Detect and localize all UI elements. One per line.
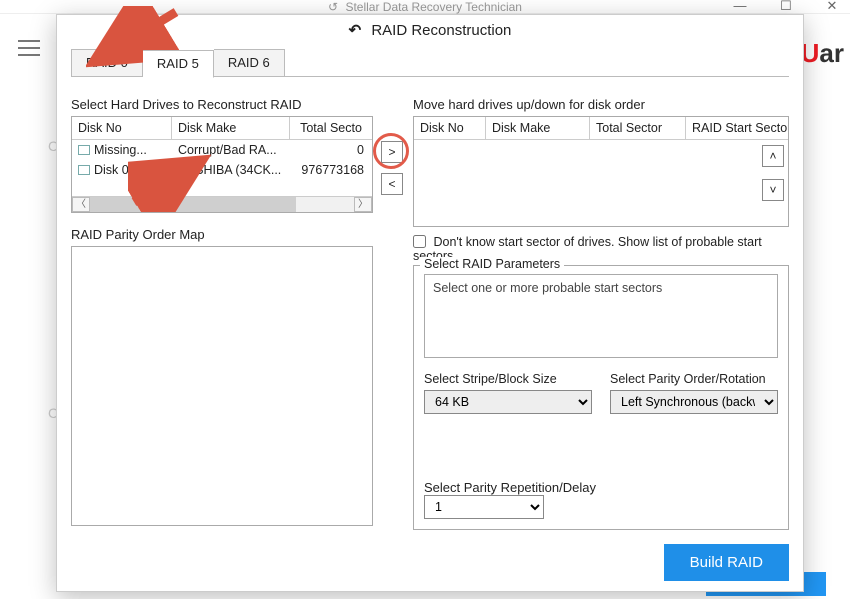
raid-reconstruction-dialog: ↶ RAID Reconstruction RAID 0 RAID 5 RAID… bbox=[56, 14, 804, 592]
params-legend: Select RAID Parameters bbox=[420, 257, 564, 271]
refresh-icon: ↺ bbox=[328, 0, 338, 14]
table-row[interactable]: Disk 0 TOSHIBA (34CK... 976773168 bbox=[72, 160, 372, 180]
move-left-button[interactable]: < bbox=[381, 173, 403, 195]
move-down-button[interactable]: ˅ bbox=[762, 179, 784, 201]
parity-order-label: Select Parity Order/Rotation bbox=[610, 372, 778, 386]
stripe-size-select[interactable]: 64 KB bbox=[424, 390, 592, 414]
build-raid-button[interactable]: Build RAID bbox=[664, 544, 789, 581]
source-drives-table[interactable]: Disk No Disk Make Total Secto Missing...… bbox=[71, 116, 373, 213]
move-drives-label: Move hard drives up/down for disk order bbox=[413, 97, 789, 112]
scroll-thumb[interactable] bbox=[90, 197, 296, 212]
window-minimize-button[interactable]: ― bbox=[728, 0, 752, 14]
table-row[interactable]: Missing... Corrupt/Bad RA... 0 bbox=[72, 140, 372, 160]
parity-delay-select[interactable]: 1 bbox=[424, 495, 544, 519]
move-up-button[interactable]: ˄ bbox=[762, 145, 784, 167]
parity-delay-label: Select Parity Repetition/Delay bbox=[424, 480, 778, 495]
scroll-track[interactable] bbox=[90, 197, 354, 212]
brand-logo: Uar bbox=[801, 38, 844, 69]
horizontal-scrollbar[interactable]: 〈 〉 bbox=[72, 196, 372, 212]
select-drives-label: Select Hard Drives to Reconstruct RAID bbox=[71, 97, 373, 112]
col-disk-no[interactable]: Disk No bbox=[414, 117, 486, 139]
tab-raid0[interactable]: RAID 0 bbox=[71, 49, 143, 77]
back-icon[interactable]: ↶ bbox=[349, 22, 362, 39]
tab-raid6[interactable]: RAID 6 bbox=[214, 49, 285, 77]
raid-tabs: RAID 0 RAID 5 RAID 6 bbox=[71, 49, 803, 77]
col-total-sector[interactable]: Total Secto bbox=[290, 117, 372, 139]
target-drives-table[interactable]: Disk No Disk Make Total Sector RAID Star… bbox=[413, 116, 789, 227]
hamburger-menu-button[interactable] bbox=[18, 40, 40, 56]
disk-icon bbox=[78, 165, 90, 175]
disk-icon bbox=[78, 145, 90, 155]
dont-know-start-sector-checkbox[interactable] bbox=[413, 235, 426, 248]
dialog-title-text: RAID Reconstruction bbox=[371, 22, 511, 39]
window-close-button[interactable]: ✕ bbox=[820, 0, 844, 14]
parity-order-select[interactable]: Left Synchronous (backward bbox=[610, 390, 778, 414]
app-title-text: Stellar Data Recovery Technician bbox=[345, 0, 522, 14]
move-right-button[interactable]: > bbox=[381, 141, 403, 163]
col-disk-make[interactable]: Disk Make bbox=[486, 117, 590, 139]
raid-parameters-group: Select RAID Parameters Select one or mor… bbox=[413, 265, 789, 530]
col-total-sector[interactable]: Total Sector bbox=[590, 117, 686, 139]
parity-map-box bbox=[71, 246, 373, 526]
col-disk-make[interactable]: Disk Make bbox=[172, 117, 290, 139]
window-maximize-button[interactable]: ☐ bbox=[774, 0, 798, 14]
scroll-right-button[interactable]: 〉 bbox=[354, 197, 372, 212]
probable-start-sectors-box[interactable]: Select one or more probable start sector… bbox=[424, 274, 778, 358]
app-title: ↺ Stellar Data Recovery Technician bbox=[328, 0, 522, 14]
stripe-size-label: Select Stripe/Block Size bbox=[424, 372, 592, 386]
dialog-title: ↶ RAID Reconstruction bbox=[57, 15, 803, 49]
col-raid-start-sector[interactable]: RAID Start Sector bbox=[686, 117, 788, 139]
tab-raid5[interactable]: RAID 5 bbox=[143, 50, 214, 78]
parity-map-label: RAID Parity Order Map bbox=[71, 227, 373, 242]
col-disk-no[interactable]: Disk No bbox=[72, 117, 172, 139]
scroll-left-button[interactable]: 〈 bbox=[72, 197, 90, 212]
